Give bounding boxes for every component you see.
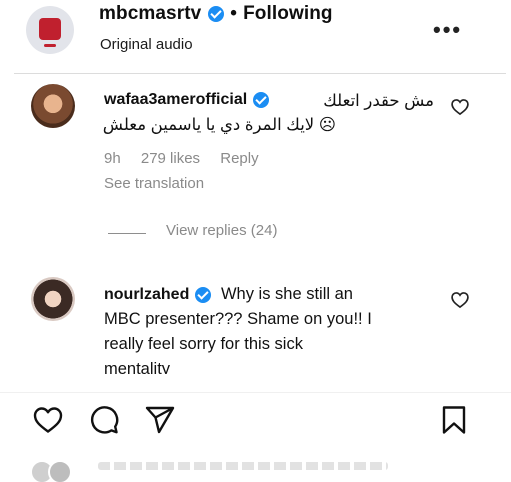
see-translation-link[interactable]: See translation — [104, 175, 204, 192]
comment-text-line: mentality — [104, 360, 171, 374]
comment-text-line: MBC presenter??? Shame on you!! I — [104, 310, 372, 328]
comment-username-row: nourlzahed — [104, 282, 212, 307]
account-avatar[interactable] — [26, 6, 74, 54]
bookmark-icon[interactable] — [438, 404, 470, 436]
commenter-avatar[interactable] — [31, 277, 75, 321]
send-icon[interactable] — [144, 404, 176, 436]
following-button[interactable]: Following — [243, 3, 333, 25]
comment-icon[interactable] — [88, 404, 120, 436]
logo-underline — [44, 44, 56, 47]
liked-by-text — [98, 462, 388, 470]
comment-username-row: wafaa3amerofficial — [104, 91, 270, 109]
comment-likes[interactable]: 279 likes — [141, 150, 200, 167]
comment-text-line: ☹ لايك المرة دي يا ياسمين معلش — [102, 116, 336, 134]
comment-text-line: مش حقدر اتعلك — [323, 92, 434, 110]
heart-icon[interactable] — [450, 290, 470, 310]
heart-icon[interactable] — [32, 404, 64, 436]
account-header: mbcmasrtv • Following — [99, 3, 333, 25]
header-divider — [14, 73, 506, 74]
heart-icon[interactable] — [450, 97, 470, 117]
liked-by-avatars — [30, 460, 72, 482]
comment-text-clip: mentality — [104, 357, 170, 374]
comment-body: nourlzahed Why is she still an — [104, 282, 434, 307]
comment-meta: 9h 279 likes Reply — [104, 150, 275, 167]
comment-username[interactable]: wafaa3amerofficial — [104, 91, 247, 109]
actions-divider — [0, 392, 511, 393]
verified-badge-icon — [195, 286, 212, 303]
view-replies-button[interactable]: View replies (24) — [166, 222, 277, 239]
verified-badge-icon — [208, 6, 225, 22]
more-icon[interactable]: ••• — [433, 17, 462, 43]
separator: • — [230, 3, 238, 24]
comment-username[interactable]: nourlzahed — [104, 282, 189, 307]
commenter-avatar[interactable] — [31, 84, 75, 128]
replies-line — [108, 233, 146, 234]
verified-badge-icon — [253, 92, 270, 108]
comment-text-line: really feel sorry for this sick — [104, 335, 303, 353]
reply-button[interactable]: Reply — [220, 150, 258, 167]
original-audio-link[interactable]: Original audio — [100, 36, 193, 53]
comment-text-line: Why is she still an — [220, 285, 353, 303]
account-username[interactable]: mbcmasrtv — [99, 3, 201, 25]
comment-time: 9h — [104, 150, 121, 167]
mbc-logo-icon — [39, 18, 61, 40]
